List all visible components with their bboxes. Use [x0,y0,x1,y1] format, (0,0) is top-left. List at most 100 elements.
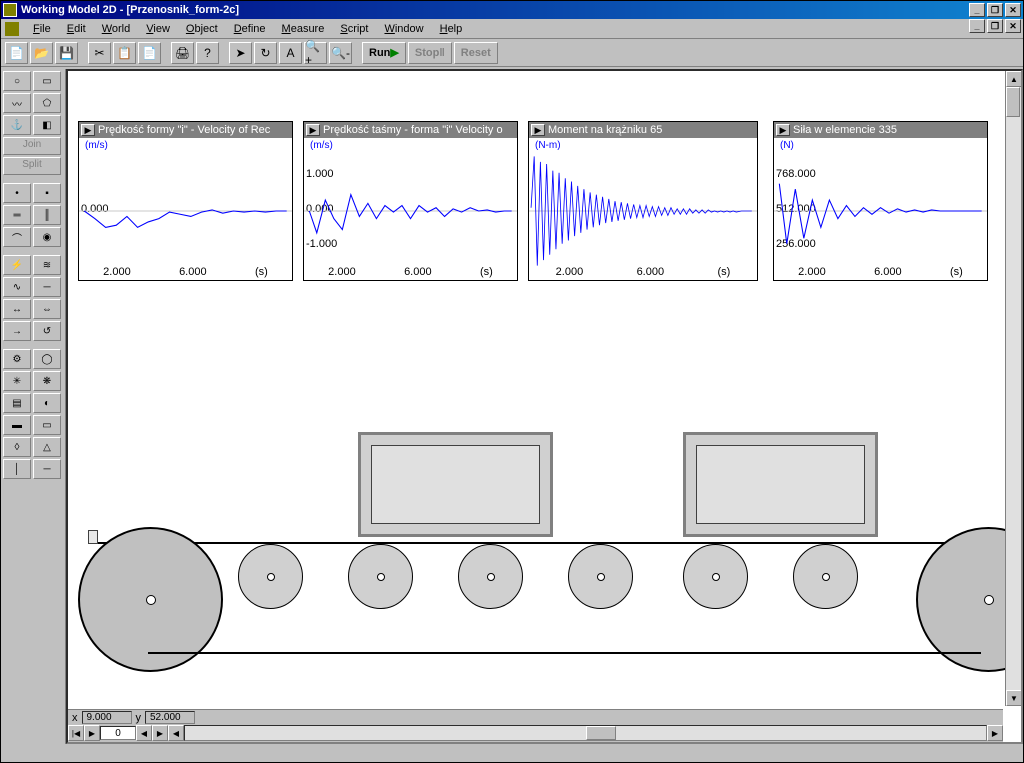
copy-button[interactable]: 📋 [113,42,136,64]
frame-input[interactable] [100,726,136,740]
meter-panel-1[interactable]: ▶Prędkość formy "i" - Velocity of Rec (m… [78,121,293,281]
save-button[interactable]: 💾 [55,42,78,64]
force-tool-icon[interactable]: → [3,321,31,341]
frame-step-back-icon[interactable]: ◀ [136,725,152,741]
frame-first-icon[interactable]: |◀ [68,725,84,741]
panel-collapse-icon[interactable]: ▶ [306,124,320,136]
pointer-tool[interactable]: ➤ [229,42,252,64]
menu-view[interactable]: View [138,21,178,37]
form-box-2[interactable] [683,432,878,537]
sep-tool-icon[interactable]: ↔ [3,299,31,319]
meter-panel-4[interactable]: ▶Siła w elemencie 335 (N) 768.000512.000… [773,121,988,281]
scroll-left-icon[interactable]: ◀ [168,725,184,741]
roller[interactable] [568,544,633,609]
scroll-right-icon[interactable]: ▶ [987,725,1003,741]
spring-tool-icon[interactable]: ⚡ [3,255,31,275]
zoom-out-tool[interactable]: 🔍- [329,42,352,64]
scroll-down-icon[interactable]: ▼ [1006,690,1022,706]
join-button[interactable]: Join [3,137,61,155]
reset-button[interactable]: Reset [454,42,498,64]
curve-tool-icon[interactable]: 〰 [3,93,31,113]
roller[interactable] [238,544,303,609]
titlebar[interactable]: Working Model 2D - [Przenosnik_form-2c] … [1,1,1023,19]
meter-panel-3[interactable]: ▶Moment na krążniku 65 (N-m) 2.0006.000(… [528,121,758,281]
timeline-scrollbar[interactable]: |◀ ▶ ◀ ▶ ◀ ▶ [68,725,1003,741]
menu-window[interactable]: Window [376,21,431,37]
tool-d-icon[interactable]: ─ [33,459,61,479]
tool-c-icon[interactable]: │ [3,459,31,479]
drive-wheel-left[interactable] [78,527,223,672]
tool-b-icon[interactable]: △ [33,437,61,457]
run-button[interactable]: Run▶ [362,42,406,64]
pin-tool-icon[interactable]: ⌒ [3,227,31,247]
vslot-tool-icon[interactable]: ║ [33,205,61,225]
panel-collapse-icon[interactable]: ▶ [776,124,790,136]
rotspring-icon[interactable]: ✳ [3,371,31,391]
menu-edit[interactable]: Edit [59,21,94,37]
slot-tool-icon[interactable]: ═ [3,205,31,225]
doc-close-button[interactable]: ✕ [1005,19,1021,33]
scroll-thumb[interactable] [1006,87,1020,117]
scroll-up-icon[interactable]: ▲ [1006,71,1022,87]
split-button[interactable]: Split [3,157,61,175]
doc-minimize-button[interactable]: _ [969,19,985,33]
paste-button[interactable]: 📄 [138,42,161,64]
open-button[interactable]: 📂 [30,42,53,64]
input-tool-icon[interactable]: ▭ [33,415,61,435]
frame-prev-icon[interactable]: ▶ [84,725,100,741]
menu-object[interactable]: Object [178,21,226,37]
meter-panel-2[interactable]: ▶Prędkość taśmy - forma "i" Velocity o (… [303,121,518,281]
pulley-tool-icon[interactable]: ◯ [33,349,61,369]
doc-icon[interactable] [5,22,19,36]
slider-tool-icon[interactable]: ▬ [3,415,31,435]
doc-maximize-button[interactable]: ❐ [987,19,1003,33]
frame-step-fwd-icon[interactable]: ▶ [152,725,168,741]
polygon-tool-icon[interactable]: ⬠ [33,93,61,113]
rotate-tool[interactable]: ↻ [254,42,277,64]
tool-a-icon[interactable]: ◊ [3,437,31,457]
cut-button[interactable]: ✂ [88,42,111,64]
close-button[interactable]: ✕ [1005,3,1021,17]
print-button[interactable]: 🖨 [171,42,194,64]
circle-tool-icon[interactable]: ○ [3,71,31,91]
hscroll-thumb[interactable] [586,726,616,740]
damper-tool-icon[interactable]: ≋ [33,255,61,275]
roller[interactable] [348,544,413,609]
actuator-tool-icon[interactable]: ⇔ [33,299,61,319]
roller[interactable] [683,544,748,609]
menu-define[interactable]: Define [226,21,274,37]
menu-file[interactable]: File [25,21,59,37]
vertical-scrollbar[interactable]: ▲ ▼ [1005,71,1021,706]
minimize-button[interactable]: _ [969,3,985,17]
misc-tool-icon[interactable]: ◧ [33,115,61,135]
menu-help[interactable]: Help [432,21,471,37]
conveyor-model[interactable]: /* decorative only */ [68,432,1021,692]
anchor-tool-icon[interactable]: ⚓ [3,115,31,135]
new-button[interactable]: 📄 [5,42,28,64]
gauge-tool-icon[interactable]: ◐ [33,393,61,413]
text-tool[interactable]: A [279,42,302,64]
help-button[interactable]: ? [196,42,219,64]
roller[interactable] [793,544,858,609]
menu-measure[interactable]: Measure [274,21,333,37]
panel-collapse-icon[interactable]: ▶ [81,124,95,136]
maximize-button[interactable]: ❐ [987,3,1003,17]
menu-world[interactable]: World [94,21,139,37]
form-box-1[interactable] [358,432,553,537]
meter-tool-icon[interactable]: ▤ [3,393,31,413]
point-tool-icon[interactable]: • [3,183,31,203]
roller[interactable] [458,544,523,609]
rotdamp-icon[interactable]: ❋ [33,371,61,391]
motor-tool-icon[interactable]: ◉ [33,227,61,247]
workspace-canvas[interactable]: ▶Prędkość formy "i" - Velocity of Rec (m… [66,69,1023,744]
square-point-icon[interactable]: ▪ [33,183,61,203]
stop-button[interactable]: Stop‖ [408,42,452,64]
panel-collapse-icon[interactable]: ▶ [531,124,545,136]
rect-tool-icon[interactable]: ▭ [33,71,61,91]
zoom-in-tool[interactable]: 🔍+ [304,42,327,64]
torque-tool-icon[interactable]: ↺ [33,321,61,341]
rope-tool-icon[interactable]: ∿ [3,277,31,297]
menu-script[interactable]: Script [332,21,376,37]
rod-tool-icon[interactable]: ─ [33,277,61,297]
gear-tool-icon[interactable]: ⚙ [3,349,31,369]
